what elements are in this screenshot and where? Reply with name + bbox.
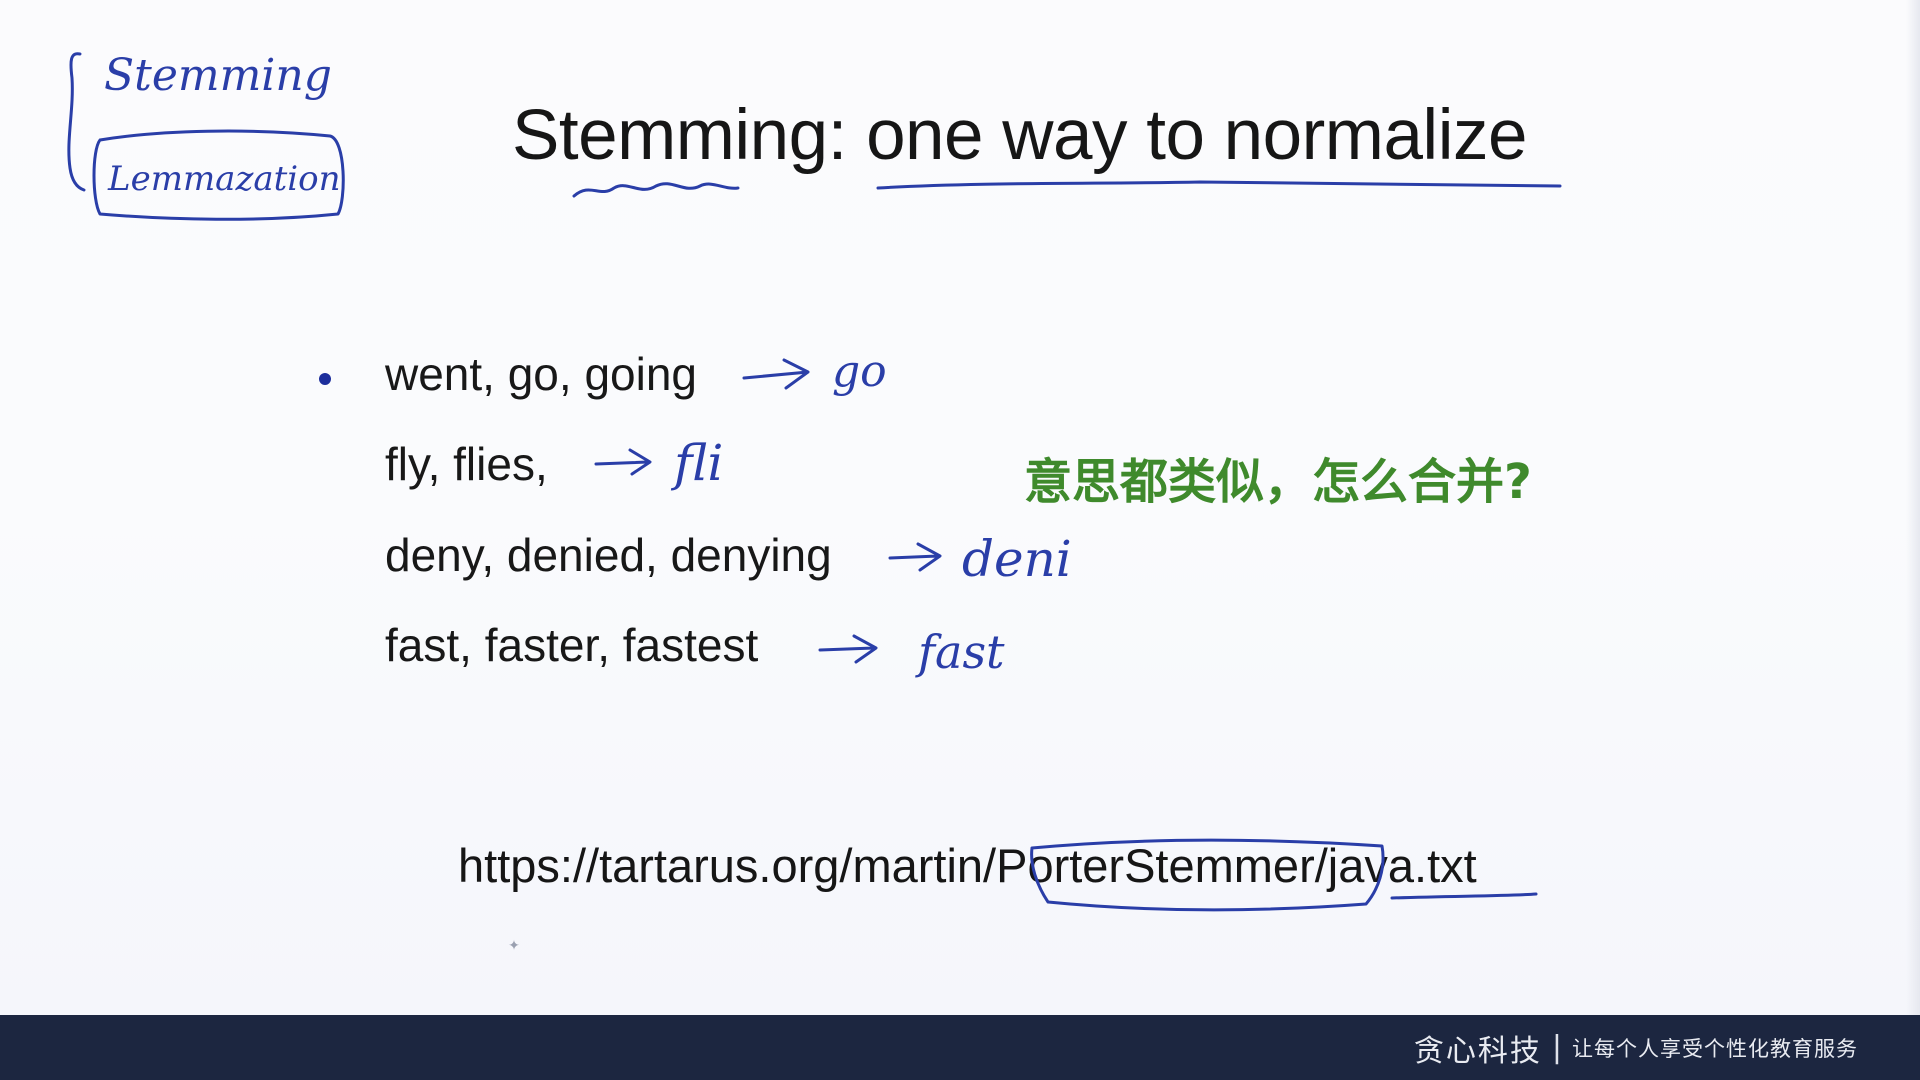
slide-title: Stemming: one way to normalize xyxy=(512,96,1527,176)
ink-arrow-go xyxy=(742,358,810,390)
brand-separator: | xyxy=(1551,1030,1562,1065)
example-line-fly: fly, flies, xyxy=(385,438,548,490)
ink-arrow-deni xyxy=(888,542,942,572)
question-text: 意思都类似，怎么合并? xyxy=(1024,454,1532,510)
url-suffix: /java.txt xyxy=(1314,839,1477,892)
ink-title-squiggle xyxy=(572,182,740,198)
footer-brand: 贪心科技 | 让每个人享受个性化教育服务 xyxy=(1414,1015,1858,1080)
ink-arrow-fast xyxy=(818,634,878,664)
title-rest: one way to normalize xyxy=(846,96,1527,175)
ink-lemmatization-note: Lemmazation xyxy=(107,159,341,199)
url-porter-stemmer: PorterStemmer xyxy=(996,839,1315,892)
slide-edge-shadow xyxy=(1906,0,1920,1015)
ink-deni-note: deni xyxy=(962,530,1072,588)
example-line-deny: deny, denied, denying xyxy=(385,529,832,581)
title-keyword: Stemming: xyxy=(512,96,847,175)
url-prefix: https://tartarus.org/martin/ xyxy=(458,839,997,892)
ink-lemmatization-box xyxy=(92,129,345,221)
ink-title-underline xyxy=(876,180,1562,190)
ink-brace xyxy=(67,52,86,192)
ink-arrow-fli xyxy=(594,448,652,476)
example-line-went: went, go, going xyxy=(385,348,698,400)
ink-stemming-note: Stemming xyxy=(104,50,332,101)
ink-fast-note: fast xyxy=(915,625,1005,679)
bullet-dot xyxy=(319,373,331,385)
porter-stemmer-url: https://tartarus.org/martin/PorterStemme… xyxy=(458,838,1477,894)
ink-fli-note: fli xyxy=(670,434,723,492)
mouse-cursor-icon: ✦ xyxy=(508,937,520,953)
slide-canvas: Stemming: one way to normalize went, go,… xyxy=(0,0,1920,1015)
ink-go-note: go xyxy=(832,346,887,397)
brand-name: 贪心科技 xyxy=(1413,1033,1542,1069)
example-line-fast: fast, faster, fastest xyxy=(385,619,759,671)
ink-java-underline xyxy=(1390,892,1538,900)
brand-slogan: 让每个人享受个性化教育服务 xyxy=(1572,1036,1858,1061)
footer-bar: 贪心科技 | 让每个人享受个性化教育服务 xyxy=(0,1015,1920,1080)
